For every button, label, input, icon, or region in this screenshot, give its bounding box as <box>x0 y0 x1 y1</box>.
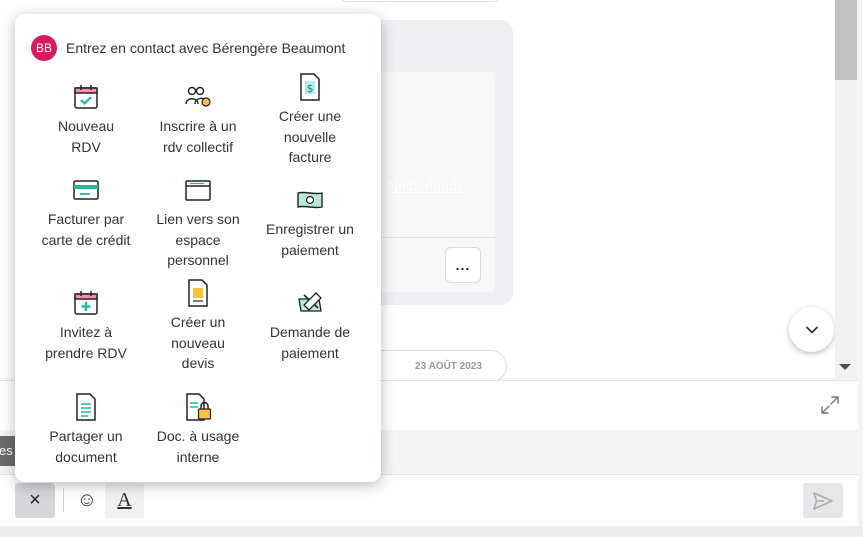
menu-item-new-appointment[interactable]: Nouveau RDV <box>31 82 141 157</box>
menu-item-payment-request[interactable]: Demande de paiement <box>255 288 365 363</box>
calendar-check-icon <box>71 82 101 112</box>
avatar: BB <box>31 35 57 61</box>
locked-document-icon <box>183 392 213 422</box>
menu-item-new-quote[interactable]: Créer un nouveau devis <box>143 278 253 374</box>
document-icon <box>71 392 101 422</box>
send-icon <box>813 491 833 510</box>
menu-item-label: Demande de paiement <box>269 324 351 361</box>
message-link[interactable]: Netherlands <box>388 178 464 194</box>
menu-item-label: Enregistrer un paiement <box>266 221 354 258</box>
message-pill <box>340 0 500 2</box>
svg-text:$: $ <box>307 82 314 95</box>
side-tag[interactable]: es <box>0 436 15 466</box>
menu-item-group-appointment[interactable]: Inscrire à un rdv collectif <box>143 82 253 157</box>
menu-item-label: Créer un nouveau devis <box>170 314 226 371</box>
scroll-down-button[interactable] <box>789 307 834 352</box>
more-options-button[interactable]: ... <box>445 247 481 283</box>
chevron-down-icon <box>805 326 818 333</box>
quote-document-icon <box>183 278 213 308</box>
menu-item-label: Partager un document <box>49 428 123 465</box>
footer-strip <box>0 526 863 537</box>
browser-window-icon <box>183 175 213 205</box>
menu-item-invite-appointment[interactable]: Invitez à prendre RDV <box>31 288 141 363</box>
menu-item-record-payment[interactable]: Enregistrer un paiement <box>255 185 365 260</box>
toolbar-divider <box>63 488 64 512</box>
expand-icon[interactable] <box>818 393 842 417</box>
popup-header: BB Entrez en contact avec Bérengère Beau… <box>31 35 345 61</box>
scrollbar-thumb[interactable] <box>835 0 857 80</box>
emoji-button[interactable]: ☺ <box>73 486 101 514</box>
popup-title: Entrez en contact avec Bérengère Beaumon… <box>66 40 346 56</box>
menu-item-personal-space-link[interactable]: Lien vers son espace personnel <box>143 175 253 271</box>
menu-item-label: Facturer par carte de crédit <box>41 211 131 248</box>
banknote-icon <box>295 185 325 215</box>
invoice-dollar-icon: $ <box>295 72 325 102</box>
menu-item-label: Inscrire à un rdv collectif <box>159 118 237 155</box>
group-users-icon <box>183 82 213 112</box>
menu-item-label: Doc. à usage interne <box>156 428 240 465</box>
calendar-plus-icon <box>71 288 101 318</box>
menu-item-new-invoice[interactable]: $ Créer une nouvelle facture <box>255 72 365 168</box>
menu-item-credit-card-billing[interactable]: Facturer par carte de crédit <box>31 175 141 250</box>
payment-request-icon <box>295 288 325 318</box>
text-format-button[interactable]: A <box>105 483 144 518</box>
credit-card-icon <box>71 175 101 205</box>
menu-item-label: Lien vers son espace personnel <box>156 211 240 268</box>
menu-item-label: Nouveau RDV <box>57 118 115 155</box>
menu-item-label: Créer une nouvelle facture <box>278 108 342 165</box>
close-menu-button[interactable]: × <box>15 483 55 518</box>
menu-item-share-document[interactable]: Partager un document <box>31 392 141 467</box>
scroll-arrow-down-icon[interactable] <box>839 364 851 370</box>
send-button[interactable] <box>803 483 843 518</box>
menu-item-internal-document[interactable]: Doc. à usage interne <box>143 392 253 467</box>
menu-item-label: Invitez à prendre RDV <box>45 324 127 361</box>
